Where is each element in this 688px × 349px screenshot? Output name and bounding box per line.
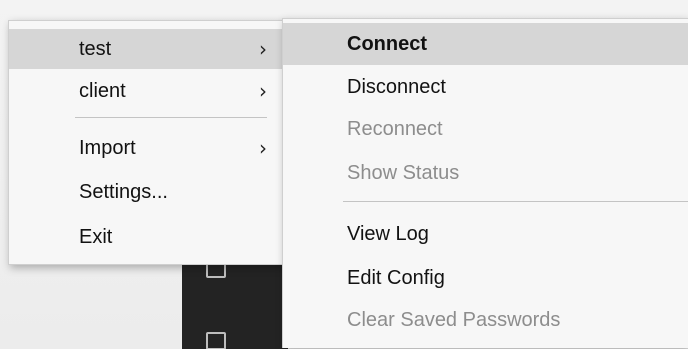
chevron-right-icon: › bbox=[259, 136, 267, 160]
menu-item-label: Import bbox=[79, 136, 136, 159]
copy-icon[interactable] bbox=[206, 332, 226, 349]
menu-item-client[interactable]: client › bbox=[9, 71, 285, 111]
menu-item-label: test bbox=[79, 37, 112, 60]
submenu-item-edit-config[interactable]: Edit Config bbox=[283, 257, 688, 299]
submenu-item-label: View Log bbox=[347, 222, 429, 245]
menu-item-settings[interactable]: Settings... bbox=[9, 172, 285, 212]
taskbar-background bbox=[182, 262, 288, 349]
submenu-item-disconnect: Disconnect bbox=[283, 66, 688, 108]
submenu-item-view-log[interactable]: View Log bbox=[283, 213, 688, 255]
menu-separator bbox=[75, 117, 267, 118]
submenu-item-label: Clear Saved Passwords bbox=[347, 308, 561, 331]
menu-item-test[interactable]: test › bbox=[9, 29, 285, 69]
screen: test › client › Import › Settings... Exi… bbox=[0, 0, 688, 349]
submenu-item-label: Reconnect bbox=[347, 117, 443, 140]
submenu-item-label: Disconnect bbox=[347, 75, 446, 98]
submenu-item-show-status: Show Status bbox=[283, 152, 688, 194]
submenu-item-label: Connect bbox=[347, 32, 427, 55]
chevron-right-icon: › bbox=[259, 37, 267, 61]
menu-item-import[interactable]: Import › bbox=[9, 128, 285, 168]
menu-item-label: Settings... bbox=[79, 180, 168, 203]
submenu-separator bbox=[343, 201, 688, 202]
submenu-item-label: Show Status bbox=[347, 161, 460, 184]
menu-item-exit[interactable]: Exit bbox=[9, 217, 285, 257]
submenu-item-connect[interactable]: Connect bbox=[283, 23, 688, 65]
submenu-item-reconnect: Reconnect bbox=[283, 108, 688, 150]
submenu: Connect Disconnect Reconnect Show Status… bbox=[282, 18, 688, 348]
submenu-item-label: Edit Config bbox=[347, 266, 445, 289]
menu-item-label: client bbox=[79, 79, 126, 102]
chevron-right-icon: › bbox=[259, 79, 267, 103]
submenu-item-clear-saved-passwords: Clear Saved Passwords bbox=[283, 299, 688, 341]
menu-item-label: Exit bbox=[79, 225, 113, 248]
context-menu: test › client › Import › Settings... Exi… bbox=[8, 20, 286, 265]
